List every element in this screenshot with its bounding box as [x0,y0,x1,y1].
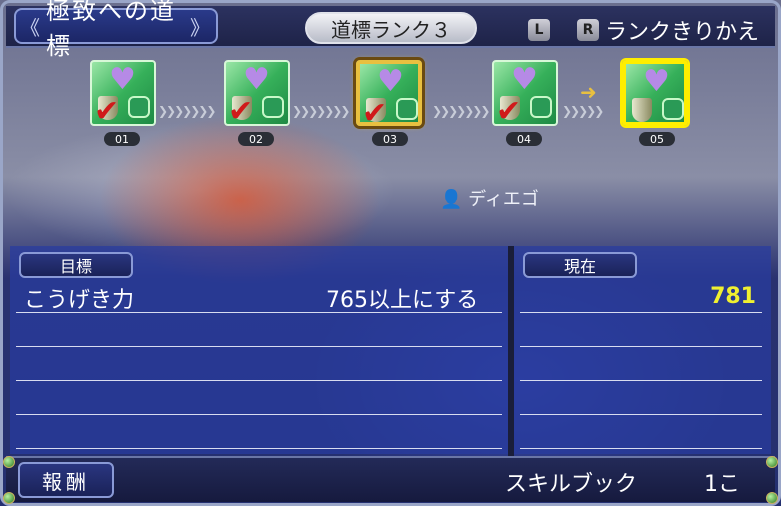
check-icon: ✔ [94,94,120,129]
milestone-number: 04 [506,132,542,146]
current-tab: 現在 [523,252,637,278]
heart-icon: ♥ [243,62,270,97]
rank-label: 道標ランク３ [305,12,477,44]
heart-icon: ♥ [109,62,136,97]
npc-name: ディエゴ [468,189,539,210]
corner-gem-icon [766,456,778,468]
next-arrow-icon: ➜ [580,80,597,104]
milestone-track: ❯❯❯❯❯❯❯ ❯❯❯❯❯❯❯ ❯❯❯❯❯❯❯ ❯❯❯❯❯ ♥ ✔ 01 ♥ ✔… [6,50,775,240]
milestone-node-05[interactable]: ♥ [622,60,688,126]
reward-tab: 報酬 [18,462,114,498]
title-right-bracket-icon: 》 [190,15,212,40]
row-divider [520,448,762,449]
heart-icon: ♥ [511,62,538,97]
milestone-node-02[interactable]: ♥ ✔ [224,60,290,129]
objective-requirement: 765以上にする [326,288,479,313]
row-divider [520,346,762,347]
chain-link-icon: ❯❯❯❯❯❯❯ [432,104,490,118]
reward-item-name: スキルブック [505,472,638,497]
check-icon: ✔ [228,94,254,129]
milestone-number: 02 [238,132,274,146]
check-icon: ✔ [362,96,388,131]
row-divider [16,312,502,313]
page-title: 《 極致への道標 》 [14,0,218,60]
reward-quantity: 1こ [704,472,740,497]
milestone-number: 03 [372,132,408,146]
corner-gem-icon [3,456,15,468]
current-value: 781 [710,284,756,309]
npc-nameplate: 👤 ディエゴ [440,185,539,211]
r-button-icon[interactable]: R [577,19,599,41]
l-button-icon[interactable]: L [528,19,550,41]
check-icon: ✔ [496,94,522,129]
corner-gem-icon [3,492,15,504]
title-left-bracket-icon: 《 [20,15,42,40]
fist-icon [128,96,150,118]
heart-icon: ♥ [643,64,670,99]
person-icon: 👤 [440,189,463,210]
row-divider [16,414,502,415]
milestone-number: 01 [104,132,140,146]
fist-icon [262,96,284,118]
row-divider [520,414,762,415]
row-divider [16,380,502,381]
rank-switch-label: ランクきりかえ [605,20,760,45]
row-divider [520,380,762,381]
chain-link-icon: ❯❯❯❯❯❯❯ [158,104,216,118]
row-divider [16,346,502,347]
chain-link-icon: ❯❯❯❯❯❯❯ [292,104,350,118]
milestone-number: 05 [639,132,675,146]
milestone-node-01[interactable]: ♥ ✔ [90,60,156,129]
objective-stat-name: こうげき力 [24,288,135,313]
corner-gem-icon [766,492,778,504]
row-divider [16,448,502,449]
fist-icon [530,96,552,118]
fist-icon [662,98,684,120]
goal-tab: 目標 [19,252,133,278]
milestone-node-04[interactable]: ♥ ✔ [492,60,558,129]
milestone-node-03[interactable]: ♥ ✔ [356,60,422,131]
fist-icon [396,98,418,120]
heart-icon: ♥ [377,64,404,99]
reward-bar [6,456,775,502]
shield-icon [632,98,652,122]
row-divider [520,312,762,313]
chain-link-icon: ❯❯❯❯❯ [562,104,604,118]
panel-divider [508,246,514,456]
